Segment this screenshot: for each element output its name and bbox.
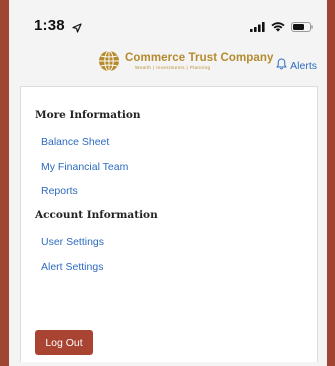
logout-area: Log Out: [20, 322, 318, 362]
location-arrow-icon: [72, 20, 82, 33]
frame-border-right: [327, 0, 335, 366]
bottom-strip: [9, 362, 327, 366]
battery-icon: [291, 19, 313, 37]
section-heading-account-information: Account Information: [35, 209, 158, 221]
frame-border-left: [0, 0, 9, 366]
alerts-button[interactable]: Alerts: [276, 58, 317, 73]
brand-logo[interactable]: Commerce Trust Company Wealth | Investme…: [98, 50, 274, 72]
account-menu: More Information Balance Sheet My Financ…: [20, 86, 318, 324]
menu-link-alert-settings[interactable]: Alert Settings: [41, 261, 103, 273]
menu-link-user-settings[interactable]: User Settings: [41, 236, 104, 248]
menu-link-reports[interactable]: Reports: [41, 185, 78, 197]
app-header: Commerce Trust Company Wealth | Investme…: [9, 46, 327, 84]
status-time: 1:38: [34, 17, 65, 34]
logo-name: Commerce Trust Company: [125, 51, 274, 64]
app-frame: 1:38 Commerce Trust Company Wealth | Inv…: [0, 0, 335, 366]
alerts-label: Alerts: [290, 59, 317, 72]
logo-tagline: Wealth | Investments | Planning: [135, 64, 211, 70]
phone-screen: 1:38 Commerce Trust Company Wealth | Inv…: [9, 0, 327, 366]
logout-button[interactable]: Log Out: [35, 330, 93, 355]
menu-link-balance-sheet[interactable]: Balance Sheet: [41, 136, 109, 148]
menu-link-my-financial-team[interactable]: My Financial Team: [41, 161, 128, 173]
wifi-icon: [271, 19, 285, 37]
status-icons: [250, 19, 313, 37]
bell-icon: [276, 58, 287, 73]
globe-logo-icon: [98, 50, 120, 72]
logo-text: Commerce Trust Company Wealth | Investme…: [125, 52, 274, 71]
section-heading-more-information: More Information: [35, 109, 141, 121]
cellular-signal-icon: [250, 19, 265, 37]
divider: [21, 322, 149, 323]
status-bar: 1:38: [9, 0, 327, 46]
